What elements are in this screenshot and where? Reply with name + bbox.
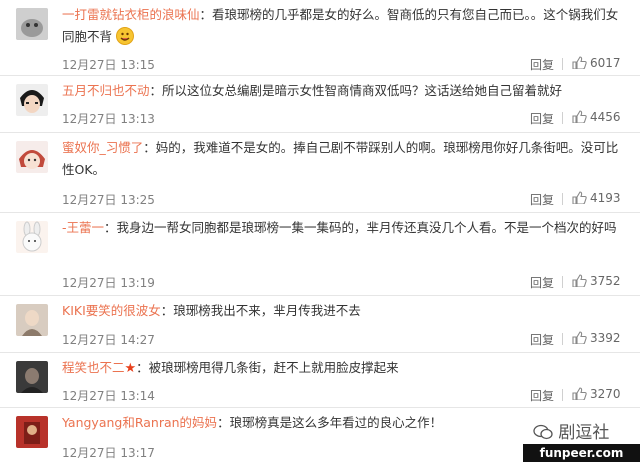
comment-text: 蜜奴你_习惯了：妈的，我难道不是女的。捧自己剧不带踩别人的啊。琅琊榜甩你好几条街… <box>62 137 628 181</box>
avatar-girl-image <box>16 141 48 173</box>
avatar-bunny-image <box>16 221 48 253</box>
watermark-brand: 剧逗社 <box>558 423 610 443</box>
avatar[interactable] <box>16 221 48 253</box>
like-button[interactable]: 6017 <box>572 56 621 70</box>
comment-username[interactable]: 五月不归也不动 <box>62 83 150 98</box>
reply-button[interactable]: 回复 <box>530 191 554 208</box>
thumbs-up-icon <box>572 191 587 204</box>
comment-body: ：琅琊榜真是这么多年看过的良心之作！ <box>217 415 443 430</box>
divider <box>562 58 563 70</box>
avatar-cat-image <box>16 8 48 40</box>
comment-time: 12月27日 13:13 <box>62 112 155 126</box>
thumbs-up-icon <box>572 56 587 69</box>
divider <box>562 389 563 401</box>
like-count: 4456 <box>590 110 621 124</box>
like-count: 3752 <box>590 274 621 288</box>
comment-time: 12月27日 14:27 <box>62 333 155 347</box>
comment-username[interactable]: 一打雷就钻衣柜的浪味仙 <box>62 7 200 22</box>
like-count: 3392 <box>590 331 621 345</box>
comment-username[interactable]: 程笑也不二 <box>62 360 125 375</box>
divider <box>562 193 563 205</box>
comment-body: ：我身边一帮女同胞都是琅琊榜一集一集码的，芈月传还真没几个人看。不是一个档次的好… <box>104 220 617 235</box>
avatar-dark-image <box>16 361 48 393</box>
vip-star-icon: ★ <box>124 361 137 376</box>
comment-username[interactable]: -王蕾一 <box>62 220 104 235</box>
like-button[interactable]: 3392 <box>572 331 621 345</box>
comment-time: 12月27日 13:14 <box>62 389 155 403</box>
comment-username[interactable]: KIKI要笑的很波女 <box>62 303 161 318</box>
comment-username[interactable]: 蜜奴你_习惯了 <box>62 140 143 155</box>
like-count: 3270 <box>590 387 621 401</box>
avatar[interactable] <box>16 304 48 336</box>
comment-time: 12月27日 13:15 <box>62 58 155 72</box>
thumbs-up-icon <box>572 331 587 344</box>
avatar-red-image <box>16 416 48 448</box>
smile-emoji-icon <box>116 27 134 45</box>
divider <box>562 112 563 124</box>
avatar-photo-image <box>16 304 48 336</box>
avatar[interactable] <box>16 84 48 116</box>
comment-username[interactable]: Yangyang和Ranran的妈妈 <box>62 415 217 430</box>
comment-item: 一打雷就钻衣柜的浪味仙：看琅琊榜的几乎都是女的好么。智商低的只有您自己而已。。这… <box>0 0 640 76</box>
comment-body: ：被琅琊榜甩得几条街，赶不上就用脸皮撑起来 <box>136 360 399 375</box>
avatar[interactable] <box>16 141 48 173</box>
watermark-logo: 剧逗社 <box>533 418 609 443</box>
comment-item: KIKI要笑的很波女：琅琊榜我出不来，芈月传我进不去 12月27日 14:27 … <box>0 296 640 353</box>
comment-item: 蜜奴你_习惯了：妈的，我难道不是女的。捧自己剧不带踩别人的啊。琅琊榜甩你好几条街… <box>0 133 640 213</box>
watermark-url: funpeer.com <box>523 444 640 462</box>
comment-text: 五月不归也不动：所以这位女总编剧是暗示女性智商情商双低吗？这话送给她自己留着就好 <box>62 80 628 102</box>
divider <box>562 333 563 345</box>
divider <box>562 276 563 288</box>
reply-button[interactable]: 回复 <box>530 331 554 348</box>
avatar[interactable] <box>16 361 48 393</box>
comment-text: -王蕾一：我身边一帮女同胞都是琅琊榜一集一集码的，芈月传还真没几个人看。不是一个… <box>62 217 628 239</box>
comment-time: 12月27日 13:17 <box>62 446 155 460</box>
comment-text: 程笑也不二★：被琅琊榜甩得几条街，赶不上就用脸皮撑起来 <box>62 357 628 380</box>
wechat-icon <box>533 424 553 440</box>
thumbs-up-icon <box>572 387 587 400</box>
reply-button[interactable]: 回复 <box>530 56 554 73</box>
avatar[interactable] <box>16 8 48 40</box>
like-count: 6017 <box>590 56 621 70</box>
like-count: 4193 <box>590 191 621 205</box>
comment-item: 程笑也不二★：被琅琊榜甩得几条街，赶不上就用脸皮撑起来 12月27日 13:14… <box>0 353 640 408</box>
reply-button[interactable]: 回复 <box>530 387 554 404</box>
like-button[interactable]: 4193 <box>572 191 621 205</box>
comment-time: 12月27日 13:19 <box>62 276 155 290</box>
comment-body: ：所以这位女总编剧是暗示女性智商情商双低吗？这话送给她自己留着就好 <box>149 83 563 98</box>
avatar[interactable] <box>16 416 48 448</box>
comment-time: 12月27日 13:25 <box>62 193 155 207</box>
like-button[interactable]: 3270 <box>572 387 621 401</box>
avatar-anime-image <box>16 84 48 116</box>
like-button[interactable]: 4456 <box>572 110 621 124</box>
comment-item: -王蕾一：我身边一帮女同胞都是琅琊榜一集一集码的，芈月传还真没几个人看。不是一个… <box>0 213 640 296</box>
reply-button[interactable]: 回复 <box>530 274 554 291</box>
watermark: 剧逗社 funpeer.com <box>523 410 640 462</box>
comment-text: 一打雷就钻衣柜的浪味仙：看琅琊榜的几乎都是女的好么。智商低的只有您自己而已。。这… <box>62 4 628 48</box>
like-button[interactable]: 3752 <box>572 274 621 288</box>
comment-text: KIKI要笑的很波女：琅琊榜我出不来，芈月传我进不去 <box>62 300 628 322</box>
comment-body: ：妈的，我难道不是女的。捧自己剧不带踩别人的啊。琅琊榜甩你好几条街吧。没可比性O… <box>62 140 619 177</box>
comment-item: 五月不归也不动：所以这位女总编剧是暗示女性智商情商双低吗？这话送给她自己留着就好… <box>0 76 640 133</box>
thumbs-up-icon <box>572 110 587 123</box>
reply-button[interactable]: 回复 <box>530 110 554 127</box>
comment-body: ：琅琊榜我出不来，芈月传我进不去 <box>160 303 361 318</box>
thumbs-up-icon <box>572 274 587 287</box>
